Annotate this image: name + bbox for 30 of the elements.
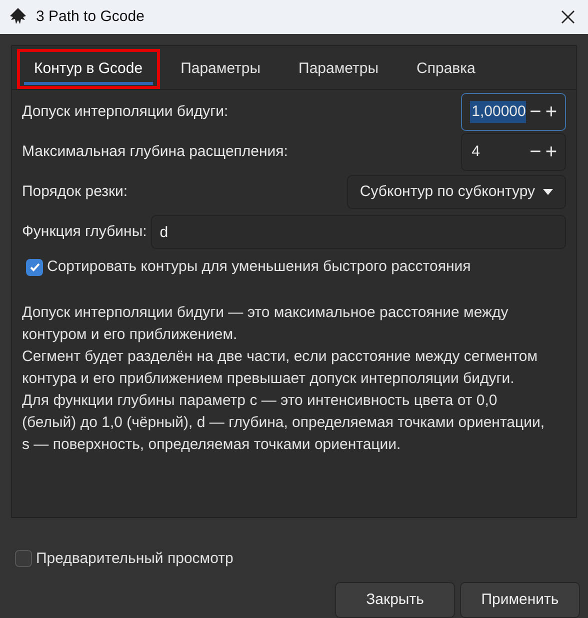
tab[interactable]: Параметры <box>164 49 278 89</box>
tab[interactable]: Контур в Gcode <box>17 49 160 89</box>
increment-button[interactable]: + <box>545 142 557 162</box>
checkmark-icon <box>28 261 40 273</box>
decrement-button[interactable]: − <box>530 142 542 162</box>
checkbox-label: Предварительный просмотр <box>36 548 234 568</box>
field-label: Максимальная глубина расщепления: <box>22 142 288 162</box>
value-text: 1,00000 <box>470 100 526 124</box>
dialog-button[interactable]: Применить <box>460 582 580 618</box>
description-text: Сегмент будет разделён на две части, если расстояние между сегментом контура и его приближением превышает допуск интерполяции бидуги. <box>22 347 539 389</box>
checkbox[interactable] <box>15 550 32 568</box>
value-text: 4 <box>470 142 481 162</box>
dropdown[interactable]: Субконтур по субконтуру <box>346 175 566 209</box>
spin-field[interactable]: 1,00000 − + <box>460 93 566 131</box>
field-label: Функция глубины: <box>22 222 147 242</box>
field-label: Допуск интерполяции бидуги: <box>22 102 228 122</box>
spin-field[interactable]: 4 − + <box>460 133 566 171</box>
checkbox-label: Сортировать контуры для уменьшения быстрого расстояния <box>47 256 471 277</box>
tab[interactable]: Справка <box>400 49 492 89</box>
field-label: Порядок резки: <box>22 182 128 202</box>
decrement-button[interactable]: − <box>530 102 542 122</box>
increment-button[interactable]: + <box>545 102 557 122</box>
window-title: 3 Path to Gcode <box>36 6 146 27</box>
description-text: Для функции глубины параметр c — это интенсивность цвета от 0,0 (белый) до 1,0 (чёрный), d — глубина, определяемая точками ориентации, s — поверхность, определяемая точками ориентации. <box>22 391 546 455</box>
dialog-button[interactable]: Закрыть <box>335 582 455 618</box>
description-text: Допуск интерполяции бидуги — это максимальное расстояние между контуром и его приближением. <box>22 303 510 345</box>
input-field[interactable]: d <box>150 215 566 249</box>
checkbox[interactable] <box>26 258 43 276</box>
caret-icon <box>543 189 553 195</box>
tab[interactable]: Параметры <box>282 49 396 89</box>
